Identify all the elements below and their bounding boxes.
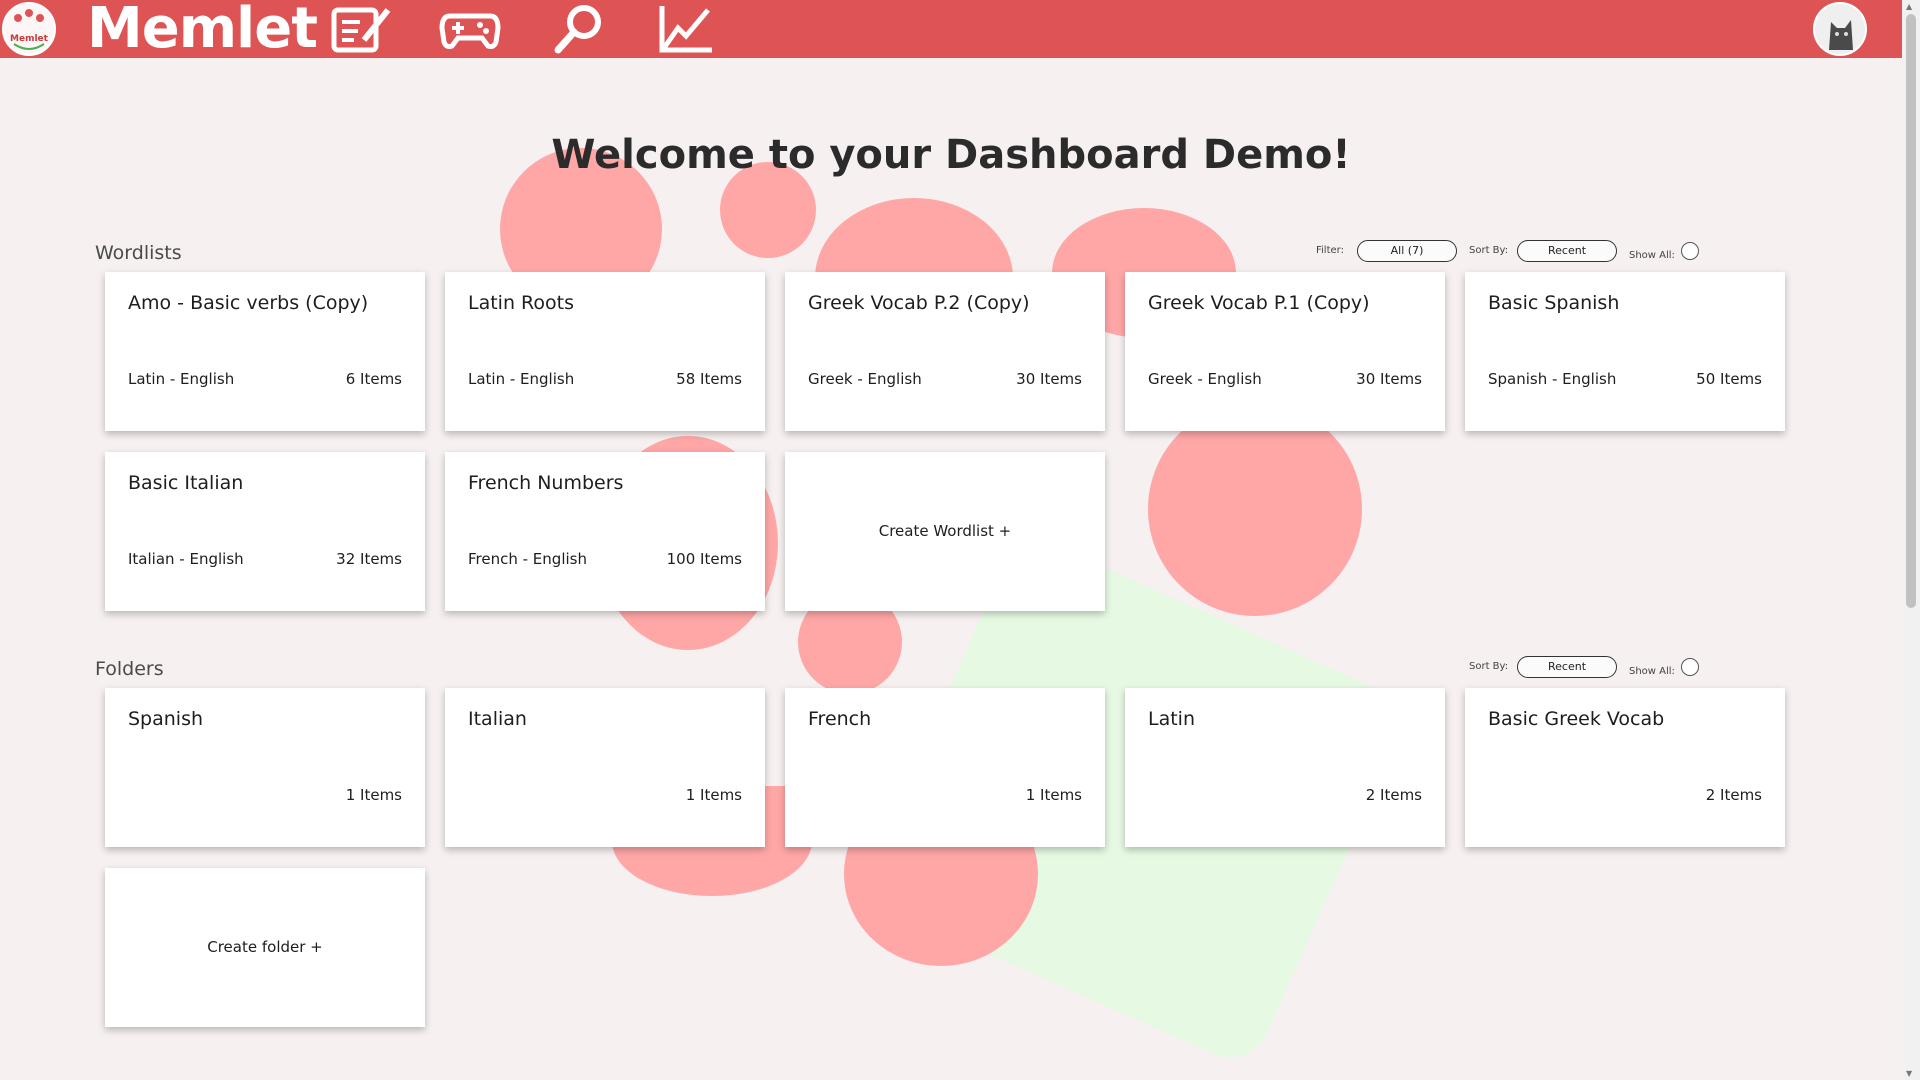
wordlist-card[interactable]: Amo - Basic verbs (Copy) Latin - English… (105, 272, 425, 431)
folders-show-all-radio[interactable] (1681, 658, 1699, 676)
wordlist-count: 100 Items (666, 550, 742, 568)
wordlist-languages: French - English (468, 550, 587, 568)
create-wordlist-label: Create Wordlist + (878, 522, 1012, 540)
wordlist-title: Amo - Basic verbs (Copy) (128, 292, 369, 314)
chart-icon[interactable] (654, 4, 718, 54)
wordlist-count: 58 Items (676, 370, 742, 388)
folder-card[interactable]: Spanish 1 Items (105, 688, 425, 847)
folder-card[interactable]: Italian 1 Items (445, 688, 765, 847)
wordlist-card[interactable]: Latin Roots Latin - English 58 Items (445, 272, 765, 431)
page-title: Welcome to your Dashboard Demo! (551, 132, 1351, 178)
folder-title: Italian (468, 708, 527, 730)
top-navbar: Memlet Memlet (0, 0, 1902, 61)
wordlist-card[interactable]: Greek Vocab P.2 (Copy) Greek - English 3… (785, 272, 1105, 431)
folder-title: Basic Greek Vocab (1488, 708, 1665, 730)
background-circle (1148, 402, 1362, 616)
show-all-radio[interactable] (1681, 242, 1699, 260)
logo-text: Memlet (10, 34, 48, 44)
wordlist-count: 6 Items (345, 370, 402, 388)
wordlist-card[interactable]: Greek Vocab P.1 (Copy) Greek - English 3… (1125, 272, 1445, 431)
folder-title: Spanish (128, 708, 204, 730)
wordlist-title: Latin Roots (468, 292, 574, 314)
cat-avatar-icon (1815, 4, 1865, 54)
wordlist-count: 30 Items (1356, 370, 1422, 388)
folder-count: 2 Items (1705, 786, 1762, 804)
create-wordlist-button[interactable]: Create Wordlist + (785, 452, 1105, 611)
folder-title: Latin (1148, 708, 1195, 730)
filter-label: Filter: (1316, 245, 1344, 256)
gamepad-icon[interactable] (438, 4, 502, 54)
folder-card[interactable]: French 1 Items (785, 688, 1105, 847)
folders-show-all-label: Show All: (1629, 666, 1675, 677)
folder-count: 1 Items (1025, 786, 1082, 804)
wordlist-count: 50 Items (1696, 370, 1762, 388)
flower-logo-icon (13, 9, 45, 50)
wordlist-languages: Latin - English (468, 370, 575, 388)
brand-name[interactable]: Memlet (87, 0, 318, 61)
folder-count: 1 Items (345, 786, 402, 804)
wordlist-languages: Spanish - English (1488, 370, 1617, 388)
wordlist-card[interactable]: Basic Italian Italian - English 32 Items (105, 452, 425, 611)
wordlist-title: Basic Spanish (1488, 292, 1620, 314)
vertical-scrollbar[interactable]: ▲ ▼ (1902, 0, 1920, 1080)
folders-section-label: Folders (95, 658, 164, 680)
wordlist-languages: Latin - English (128, 370, 235, 388)
folders-sort-by-select[interactable]: Recent (1517, 656, 1617, 678)
edit-icon[interactable] (330, 4, 394, 54)
filter-select[interactable]: All (7) (1357, 240, 1457, 262)
folder-count: 1 Items (685, 786, 742, 804)
user-avatar[interactable] (1813, 2, 1867, 56)
folder-card[interactable]: Latin 2 Items (1125, 688, 1445, 847)
search-icon[interactable] (546, 4, 610, 54)
memlet-logo[interactable]: Memlet (2, 2, 56, 56)
create-folder-label: Create folder + (207, 938, 323, 956)
sort-by-label: Sort By: (1469, 245, 1509, 256)
folder-count: 2 Items (1365, 786, 1422, 804)
wordlist-languages: Italian - English (128, 550, 244, 568)
wordlist-languages: Greek - English (1148, 370, 1262, 388)
wordlist-title: Basic Italian (128, 472, 244, 494)
wordlist-card[interactable]: Basic Spanish Spanish - English 50 Items (1465, 272, 1785, 431)
wordlist-title: Greek Vocab P.2 (Copy) (808, 292, 1030, 314)
scroll-up-arrow-icon[interactable]: ▲ (1906, 2, 1912, 11)
create-folder-button[interactable]: Create folder + (105, 868, 425, 1027)
sort-by-select[interactable]: Recent (1517, 240, 1617, 262)
wordlists-section-label: Wordlists (95, 242, 182, 264)
wordlist-title: Greek Vocab P.1 (Copy) (1148, 292, 1370, 314)
wordlist-languages: Greek - English (808, 370, 922, 388)
scroll-down-arrow-icon[interactable]: ▼ (1906, 1069, 1912, 1078)
scrollbar-thumb[interactable] (1906, 14, 1916, 608)
folder-card[interactable]: Basic Greek Vocab 2 Items (1465, 688, 1785, 847)
wordlist-title: French Numbers (468, 472, 624, 494)
show-all-label: Show All: (1629, 250, 1675, 261)
wordlist-count: 30 Items (1016, 370, 1082, 388)
folder-title: French (808, 708, 872, 730)
wordlist-count: 32 Items (336, 550, 402, 568)
wordlist-card[interactable]: French Numbers French - English 100 Item… (445, 452, 765, 611)
folders-sort-by-label: Sort By: (1469, 661, 1509, 672)
